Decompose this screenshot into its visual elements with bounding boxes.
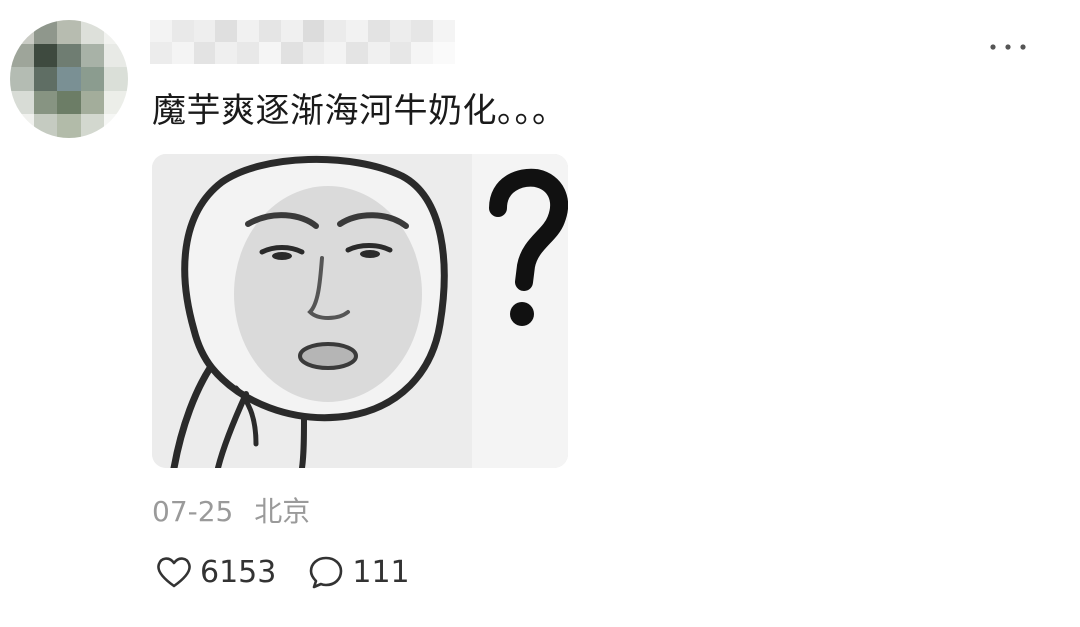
more-button[interactable] <box>984 30 1032 64</box>
like-count: 6153 <box>200 554 277 590</box>
post-text: 魔芋爽逐渐海河牛奶化。。。 <box>152 91 567 131</box>
post-meta: 07-25 北京 <box>152 490 322 530</box>
username[interactable] <box>150 20 455 64</box>
user-avatar[interactable] <box>10 20 128 138</box>
like-button[interactable]: 6153 <box>156 555 276 590</box>
comment-count: 111 <box>352 554 410 590</box>
heart-icon <box>157 557 191 588</box>
post-date: 07-25 <box>152 495 234 528</box>
meme-image[interactable] <box>152 154 568 468</box>
post-location: 北京 <box>254 495 311 528</box>
comment-bubble-icon <box>310 556 343 589</box>
more-icon <box>990 44 1026 50</box>
confused-face-icon <box>152 154 568 468</box>
comment-button[interactable]: 111 <box>308 554 410 590</box>
post-actions: 6153 111 <box>156 550 442 594</box>
